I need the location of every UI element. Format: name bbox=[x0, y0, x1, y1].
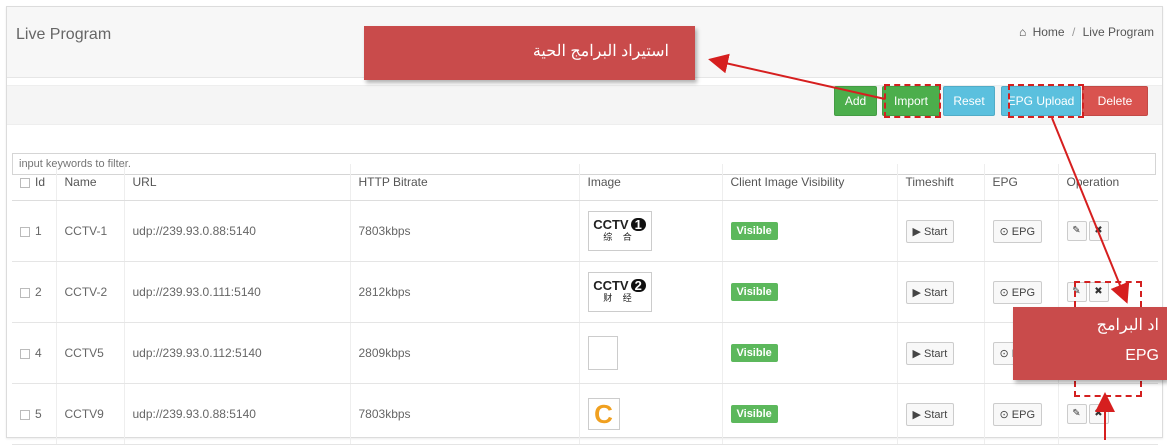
table-row: 1 CCTV-1 udp://239.93.0.88:5140 7803kbps… bbox=[12, 200, 1158, 262]
select-all-checkbox[interactable] bbox=[20, 177, 30, 188]
import-highlight bbox=[884, 84, 941, 118]
column-client-image-visibility[interactable]: Client Image Visibility bbox=[722, 164, 898, 201]
breadcrumb: ⌂ Home / Live Program bbox=[1019, 25, 1154, 39]
program-table: Id Name URL HTTP Bitrate Image Client Im… bbox=[12, 164, 1158, 445]
row-checkbox[interactable] bbox=[20, 348, 30, 359]
home-icon[interactable]: ⌂ bbox=[1019, 25, 1026, 39]
epg-upload-highlight bbox=[1008, 84, 1084, 118]
row-checkbox[interactable] bbox=[20, 409, 30, 420]
import-callout: استيراد البرامج الحية bbox=[364, 26, 695, 80]
pencil-icon[interactable]: ✎ bbox=[1066, 221, 1087, 241]
channel-logo: C bbox=[587, 398, 620, 430]
visibility-badge[interactable]: Visible bbox=[730, 222, 778, 240]
delete-button[interactable]: Delete bbox=[1082, 86, 1148, 116]
column-image: Image bbox=[579, 164, 723, 201]
visibility-badge[interactable]: Visible bbox=[730, 283, 778, 301]
table-row: 5 CCTV9 udp://239.93.0.88:5140 7803kbps … bbox=[12, 383, 1158, 445]
row-id: 5 bbox=[35, 407, 42, 421]
row-id: 1 bbox=[35, 224, 42, 238]
row-url: udp://239.93.0.88:5140 bbox=[124, 383, 351, 445]
channel-logo: CCTV 1 综 合 bbox=[587, 211, 652, 251]
row-url: udp://239.93.0.112:5140 bbox=[124, 322, 351, 384]
reset-button[interactable]: Reset bbox=[943, 86, 995, 116]
breadcrumb-current: Live Program bbox=[1082, 25, 1154, 39]
timeshift-start-button[interactable]: ▶ Start bbox=[905, 341, 955, 365]
epg-button[interactable]: ⊙ EPG bbox=[992, 280, 1043, 304]
row-checkbox[interactable] bbox=[20, 226, 30, 237]
timeshift-start-button[interactable]: ▶ Start bbox=[905, 219, 955, 243]
column-name[interactable]: Name bbox=[56, 164, 125, 201]
epg-button[interactable]: ⊙ EPG bbox=[992, 402, 1043, 426]
column-operation: Operation bbox=[1058, 164, 1158, 201]
row-checkbox[interactable] bbox=[20, 287, 30, 298]
column-epg: EPG bbox=[984, 164, 1059, 201]
breadcrumb-separator: / bbox=[1071, 25, 1076, 39]
pencil-icon[interactable]: ✎ bbox=[1066, 404, 1087, 424]
visibility-badge[interactable]: Visible bbox=[730, 405, 778, 423]
row-url: udp://239.93.0.111:5140 bbox=[124, 261, 351, 323]
column-url[interactable]: URL bbox=[124, 164, 351, 201]
page-title: Live Program bbox=[16, 26, 112, 43]
table-row: 2 CCTV-2 udp://239.93.0.111:5140 2812kbp… bbox=[12, 261, 1158, 323]
column-id[interactable]: Id bbox=[12, 164, 57, 201]
epg-button[interactable]: ⊙ EPG bbox=[992, 219, 1043, 243]
close-icon[interactable]: ✖ bbox=[1088, 221, 1109, 241]
epg-callout: اد البرامج EPG bbox=[1013, 307, 1167, 380]
row-name: CCTV5 bbox=[56, 322, 125, 384]
row-name: CCTV-2 bbox=[56, 261, 125, 323]
timeshift-start-button[interactable]: ▶ Start bbox=[905, 402, 955, 426]
row-bitrate: 2812kbps bbox=[350, 261, 580, 323]
row-name: CCTV9 bbox=[56, 383, 125, 445]
add-button[interactable]: Add bbox=[834, 86, 877, 116]
row-id: 2 bbox=[35, 285, 42, 299]
row-id: 4 bbox=[35, 346, 42, 360]
table-header-row: Id Name URL HTTP Bitrate Image Client Im… bbox=[12, 164, 1158, 201]
row-bitrate: 7803kbps bbox=[350, 200, 580, 262]
channel-logo-placeholder bbox=[587, 336, 618, 370]
visibility-badge[interactable]: Visible bbox=[730, 344, 778, 362]
column-timeshift: Timeshift bbox=[897, 164, 985, 201]
channel-logo: CCTV 2 财 经 bbox=[587, 272, 652, 312]
timeshift-start-button[interactable]: ▶ Start bbox=[905, 280, 955, 304]
column-http-bitrate[interactable]: HTTP Bitrate bbox=[350, 164, 580, 201]
breadcrumb-home[interactable]: Home bbox=[1033, 25, 1065, 39]
table-row: 4 CCTV5 udp://239.93.0.112:5140 2809kbps… bbox=[12, 322, 1158, 384]
row-bitrate: 7803kbps bbox=[350, 383, 580, 445]
close-icon[interactable]: ✖ bbox=[1088, 404, 1109, 424]
row-name: CCTV-1 bbox=[56, 200, 125, 262]
row-url: udp://239.93.0.88:5140 bbox=[124, 200, 351, 262]
row-bitrate: 2809kbps bbox=[350, 322, 580, 384]
